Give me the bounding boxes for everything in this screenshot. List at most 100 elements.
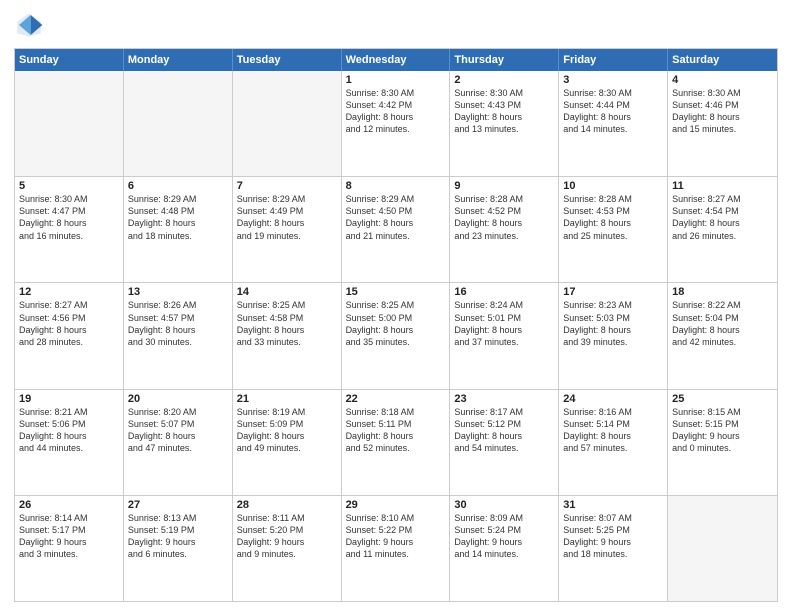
cell-info: Sunrise: 8:30 AM Sunset: 4:47 PM Dayligh… bbox=[19, 193, 119, 242]
cal-cell-27: 27Sunrise: 8:13 AM Sunset: 5:19 PM Dayli… bbox=[124, 496, 233, 601]
cal-cell-24: 24Sunrise: 8:16 AM Sunset: 5:14 PM Dayli… bbox=[559, 390, 668, 495]
header-day-friday: Friday bbox=[559, 49, 668, 71]
cell-info: Sunrise: 8:19 AM Sunset: 5:09 PM Dayligh… bbox=[237, 406, 337, 455]
day-number: 4 bbox=[672, 74, 773, 86]
cal-cell-empty-0 bbox=[15, 71, 124, 176]
cal-cell-28: 28Sunrise: 8:11 AM Sunset: 5:20 PM Dayli… bbox=[233, 496, 342, 601]
week-row-3: 12Sunrise: 8:27 AM Sunset: 4:56 PM Dayli… bbox=[15, 283, 777, 389]
day-number: 2 bbox=[454, 74, 554, 86]
cal-cell-29: 29Sunrise: 8:10 AM Sunset: 5:22 PM Dayli… bbox=[342, 496, 451, 601]
day-number: 17 bbox=[563, 286, 663, 298]
day-number: 26 bbox=[19, 499, 119, 511]
cal-cell-13: 13Sunrise: 8:26 AM Sunset: 4:57 PM Dayli… bbox=[124, 283, 233, 388]
day-number: 31 bbox=[563, 499, 663, 511]
cell-info: Sunrise: 8:09 AM Sunset: 5:24 PM Dayligh… bbox=[454, 512, 554, 561]
day-number: 3 bbox=[563, 74, 663, 86]
cell-info: Sunrise: 8:11 AM Sunset: 5:20 PM Dayligh… bbox=[237, 512, 337, 561]
cal-cell-12: 12Sunrise: 8:27 AM Sunset: 4:56 PM Dayli… bbox=[15, 283, 124, 388]
header-day-thursday: Thursday bbox=[450, 49, 559, 71]
logo-icon bbox=[14, 10, 44, 40]
cal-cell-19: 19Sunrise: 8:21 AM Sunset: 5:06 PM Dayli… bbox=[15, 390, 124, 495]
cell-info: Sunrise: 8:30 AM Sunset: 4:44 PM Dayligh… bbox=[563, 87, 663, 136]
cell-info: Sunrise: 8:21 AM Sunset: 5:06 PM Dayligh… bbox=[19, 406, 119, 455]
header-day-tuesday: Tuesday bbox=[233, 49, 342, 71]
cal-cell-2: 2Sunrise: 8:30 AM Sunset: 4:43 PM Daylig… bbox=[450, 71, 559, 176]
cell-info: Sunrise: 8:25 AM Sunset: 5:00 PM Dayligh… bbox=[346, 299, 446, 348]
cal-cell-16: 16Sunrise: 8:24 AM Sunset: 5:01 PM Dayli… bbox=[450, 283, 559, 388]
cal-cell-20: 20Sunrise: 8:20 AM Sunset: 5:07 PM Dayli… bbox=[124, 390, 233, 495]
day-number: 14 bbox=[237, 286, 337, 298]
week-row-2: 5Sunrise: 8:30 AM Sunset: 4:47 PM Daylig… bbox=[15, 177, 777, 283]
cell-info: Sunrise: 8:26 AM Sunset: 4:57 PM Dayligh… bbox=[128, 299, 228, 348]
cal-cell-empty-2 bbox=[233, 71, 342, 176]
day-number: 8 bbox=[346, 180, 446, 192]
cell-info: Sunrise: 8:07 AM Sunset: 5:25 PM Dayligh… bbox=[563, 512, 663, 561]
cal-cell-15: 15Sunrise: 8:25 AM Sunset: 5:00 PM Dayli… bbox=[342, 283, 451, 388]
day-number: 28 bbox=[237, 499, 337, 511]
cell-info: Sunrise: 8:16 AM Sunset: 5:14 PM Dayligh… bbox=[563, 406, 663, 455]
day-number: 9 bbox=[454, 180, 554, 192]
calendar-header: SundayMondayTuesdayWednesdayThursdayFrid… bbox=[15, 49, 777, 71]
week-row-1: 1Sunrise: 8:30 AM Sunset: 4:42 PM Daylig… bbox=[15, 71, 777, 177]
cell-info: Sunrise: 8:25 AM Sunset: 4:58 PM Dayligh… bbox=[237, 299, 337, 348]
day-number: 23 bbox=[454, 393, 554, 405]
day-number: 16 bbox=[454, 286, 554, 298]
cal-cell-empty-6 bbox=[668, 496, 777, 601]
day-number: 30 bbox=[454, 499, 554, 511]
day-number: 7 bbox=[237, 180, 337, 192]
cal-cell-23: 23Sunrise: 8:17 AM Sunset: 5:12 PM Dayli… bbox=[450, 390, 559, 495]
cal-cell-empty-1 bbox=[124, 71, 233, 176]
calendar: SundayMondayTuesdayWednesdayThursdayFrid… bbox=[14, 48, 778, 602]
header-day-sunday: Sunday bbox=[15, 49, 124, 71]
cal-cell-7: 7Sunrise: 8:29 AM Sunset: 4:49 PM Daylig… bbox=[233, 177, 342, 282]
week-row-4: 19Sunrise: 8:21 AM Sunset: 5:06 PM Dayli… bbox=[15, 390, 777, 496]
cal-cell-1: 1Sunrise: 8:30 AM Sunset: 4:42 PM Daylig… bbox=[342, 71, 451, 176]
header-day-saturday: Saturday bbox=[668, 49, 777, 71]
logo bbox=[14, 10, 48, 40]
day-number: 29 bbox=[346, 499, 446, 511]
day-number: 20 bbox=[128, 393, 228, 405]
day-number: 27 bbox=[128, 499, 228, 511]
cal-cell-31: 31Sunrise: 8:07 AM Sunset: 5:25 PM Dayli… bbox=[559, 496, 668, 601]
main-container: SundayMondayTuesdayWednesdayThursdayFrid… bbox=[0, 0, 792, 612]
day-number: 21 bbox=[237, 393, 337, 405]
cell-info: Sunrise: 8:27 AM Sunset: 4:56 PM Dayligh… bbox=[19, 299, 119, 348]
cal-cell-26: 26Sunrise: 8:14 AM Sunset: 5:17 PM Dayli… bbox=[15, 496, 124, 601]
cal-cell-3: 3Sunrise: 8:30 AM Sunset: 4:44 PM Daylig… bbox=[559, 71, 668, 176]
cal-cell-6: 6Sunrise: 8:29 AM Sunset: 4:48 PM Daylig… bbox=[124, 177, 233, 282]
header-day-wednesday: Wednesday bbox=[342, 49, 451, 71]
cal-cell-10: 10Sunrise: 8:28 AM Sunset: 4:53 PM Dayli… bbox=[559, 177, 668, 282]
day-number: 1 bbox=[346, 74, 446, 86]
cell-info: Sunrise: 8:18 AM Sunset: 5:11 PM Dayligh… bbox=[346, 406, 446, 455]
cal-cell-30: 30Sunrise: 8:09 AM Sunset: 5:24 PM Dayli… bbox=[450, 496, 559, 601]
header-day-monday: Monday bbox=[124, 49, 233, 71]
day-number: 6 bbox=[128, 180, 228, 192]
cal-cell-22: 22Sunrise: 8:18 AM Sunset: 5:11 PM Dayli… bbox=[342, 390, 451, 495]
cell-info: Sunrise: 8:24 AM Sunset: 5:01 PM Dayligh… bbox=[454, 299, 554, 348]
day-number: 22 bbox=[346, 393, 446, 405]
cell-info: Sunrise: 8:22 AM Sunset: 5:04 PM Dayligh… bbox=[672, 299, 773, 348]
day-number: 18 bbox=[672, 286, 773, 298]
day-number: 24 bbox=[563, 393, 663, 405]
cal-cell-5: 5Sunrise: 8:30 AM Sunset: 4:47 PM Daylig… bbox=[15, 177, 124, 282]
cal-cell-17: 17Sunrise: 8:23 AM Sunset: 5:03 PM Dayli… bbox=[559, 283, 668, 388]
day-number: 15 bbox=[346, 286, 446, 298]
day-number: 25 bbox=[672, 393, 773, 405]
cal-cell-18: 18Sunrise: 8:22 AM Sunset: 5:04 PM Dayli… bbox=[668, 283, 777, 388]
cell-info: Sunrise: 8:29 AM Sunset: 4:48 PM Dayligh… bbox=[128, 193, 228, 242]
calendar-body: 1Sunrise: 8:30 AM Sunset: 4:42 PM Daylig… bbox=[15, 71, 777, 601]
cal-cell-25: 25Sunrise: 8:15 AM Sunset: 5:15 PM Dayli… bbox=[668, 390, 777, 495]
week-row-5: 26Sunrise: 8:14 AM Sunset: 5:17 PM Dayli… bbox=[15, 496, 777, 601]
cell-info: Sunrise: 8:20 AM Sunset: 5:07 PM Dayligh… bbox=[128, 406, 228, 455]
cell-info: Sunrise: 8:13 AM Sunset: 5:19 PM Dayligh… bbox=[128, 512, 228, 561]
cal-cell-11: 11Sunrise: 8:27 AM Sunset: 4:54 PM Dayli… bbox=[668, 177, 777, 282]
cell-info: Sunrise: 8:14 AM Sunset: 5:17 PM Dayligh… bbox=[19, 512, 119, 561]
cell-info: Sunrise: 8:30 AM Sunset: 4:43 PM Dayligh… bbox=[454, 87, 554, 136]
cal-cell-14: 14Sunrise: 8:25 AM Sunset: 4:58 PM Dayli… bbox=[233, 283, 342, 388]
day-number: 10 bbox=[563, 180, 663, 192]
day-number: 5 bbox=[19, 180, 119, 192]
cal-cell-8: 8Sunrise: 8:29 AM Sunset: 4:50 PM Daylig… bbox=[342, 177, 451, 282]
cell-info: Sunrise: 8:29 AM Sunset: 4:49 PM Dayligh… bbox=[237, 193, 337, 242]
day-number: 13 bbox=[128, 286, 228, 298]
cell-info: Sunrise: 8:17 AM Sunset: 5:12 PM Dayligh… bbox=[454, 406, 554, 455]
